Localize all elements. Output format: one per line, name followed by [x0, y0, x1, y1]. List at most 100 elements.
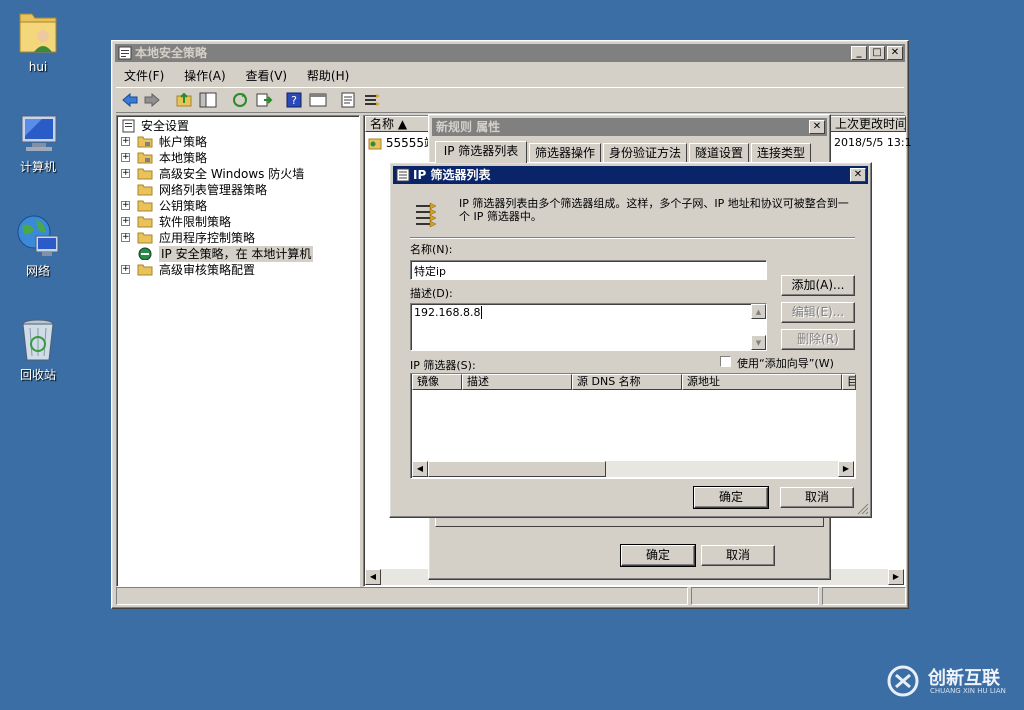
description-label: 描述(D): [410, 287, 453, 300]
expand-toggle[interactable]: + [121, 201, 130, 210]
forward-arrow-icon[interactable] [142, 91, 162, 109]
desktop-icon-label: 回收站 [19, 368, 56, 382]
ip-filters-listview: 镜像 描述 源 DNS 名称 源地址 目 ◀ ▶ [410, 373, 856, 479]
tree-item-label: 高级审核策略配置 [159, 263, 256, 277]
up-folder-icon[interactable] [174, 91, 194, 109]
filter-ok-button[interactable]: 确定 [693, 486, 769, 509]
expand-toggle[interactable]: + [121, 153, 130, 162]
desktop-icon-recycle-bin[interactable]: 回收站 [3, 316, 73, 383]
network-icon [17, 215, 59, 256]
tree-item-label: 应用程序控制策略 [159, 231, 256, 245]
tree-item-app-control[interactable]: + 应用程序控制策略 [121, 230, 351, 246]
filter-arrows-icon [416, 202, 437, 228]
tree-item-public-key[interactable]: + 公钥策略 [121, 198, 351, 214]
desc-scroll-up-icon[interactable]: ▲ [751, 304, 766, 319]
expand-toggle[interactable]: + [121, 137, 130, 146]
rule-ok-button[interactable]: 确定 [620, 544, 696, 567]
tree-item-ip-security[interactable]: IP 安全策略，在 本地计算机 [121, 246, 351, 262]
name-input[interactable]: 特定ip [410, 260, 767, 280]
menu-file[interactable]: 文件(F) [116, 65, 172, 86]
rule-dialog-close-button[interactable]: ✕ [809, 120, 825, 134]
column-header-mirrored[interactable]: 镜像 [412, 374, 462, 390]
status-pane-3 [822, 587, 906, 605]
svg-text:?: ? [291, 94, 297, 107]
main-titlebar[interactable]: 本地安全策略 _ □ ✕ [115, 44, 905, 62]
rule-cancel-button[interactable]: 取消 [701, 545, 775, 566]
column-header-modified[interactable]: 上次更改时间 [830, 116, 906, 132]
ip-policy-icon [368, 138, 382, 149]
policy-list-icon[interactable] [338, 91, 358, 109]
column-header-source-address[interactable]: 源地址 [682, 374, 842, 390]
filter-cancel-button[interactable]: 取消 [780, 487, 854, 508]
menu-action[interactable]: 操作(A) [176, 65, 234, 86]
tab-tunnel-settings[interactable]: 隧道设置 [689, 143, 749, 163]
filters-horizontal-scrollbar[interactable]: ◀ ▶ [412, 461, 854, 477]
separator [410, 237, 855, 239]
expand-toggle[interactable]: + [121, 217, 130, 226]
rule-dialog-titlebar[interactable]: 新规则 属性 ✕ [432, 118, 827, 136]
folder-lock-icon [137, 152, 153, 164]
filters-scroll-left-icon[interactable]: ◀ [412, 461, 428, 477]
tree-item-advanced-audit[interactable]: + 高级审核策略配置 [121, 262, 351, 278]
column-header-name[interactable]: 名称 ▲ [365, 116, 429, 132]
tree-item-network-list[interactable]: 网络列表管理器策略 [121, 182, 351, 198]
tab-filter-action[interactable]: 筛选器操作 [529, 143, 601, 163]
export-list-icon[interactable] [254, 91, 274, 109]
expand-toggle[interactable]: + [121, 233, 130, 242]
desktop-icon-computer[interactable]: 计算机 [3, 112, 73, 175]
tree-item-software-restriction[interactable]: + 软件限制策略 [121, 214, 351, 230]
filter-list-icon [396, 168, 410, 182]
remove-button[interactable]: 删除(R) [781, 329, 855, 350]
name-label: 名称(N): [410, 243, 453, 256]
expand-toggle[interactable]: + [121, 169, 130, 178]
recycle-bin-icon [22, 319, 54, 361]
close-button[interactable]: ✕ [887, 46, 903, 60]
add-button[interactable]: 添加(A)... [781, 275, 855, 296]
tree-item-account-policy[interactable]: + 帐户策略 [121, 134, 351, 150]
help-icon[interactable]: ? [284, 91, 304, 109]
tree-item-local-policy[interactable]: + 本地策略 [121, 150, 351, 166]
back-arrow-icon[interactable] [120, 91, 140, 109]
menu-help[interactable]: 帮助(H) [299, 65, 357, 86]
tree-item-label: 公钥策略 [159, 199, 208, 213]
menu-view[interactable]: 查看(V) [238, 65, 296, 86]
tree-item-firewall[interactable]: + 高级安全 Windows 防火墙 [121, 166, 351, 182]
properties-pane-icon[interactable] [308, 91, 328, 109]
column-header-description[interactable]: 描述 [462, 374, 572, 390]
refresh-icon[interactable] [230, 91, 250, 109]
column-header-destination[interactable]: 目 [842, 374, 856, 390]
column-header-source-dns[interactable]: 源 DNS 名称 [572, 374, 682, 390]
tree-item-label: 安全设置 [141, 119, 190, 133]
manage-filters-icon[interactable] [362, 91, 382, 109]
add-wizard-checkbox[interactable] [720, 356, 731, 367]
filters-scroll-thumb[interactable] [428, 461, 606, 477]
tab-auth-methods[interactable]: 身份验证方法 [603, 143, 687, 163]
folder-icon [137, 216, 153, 228]
ip-security-icon [138, 247, 152, 260]
show-hide-tree-icon[interactable] [198, 91, 218, 109]
description-value: 192.168.8.8 [414, 306, 481, 319]
desktop-icon-user-folder[interactable]: hui [3, 6, 73, 74]
desktop-icon-network[interactable]: 网络 [3, 212, 73, 279]
scroll-right-arrow-icon[interactable]: ▶ [888, 569, 904, 585]
scroll-left-arrow-icon[interactable]: ◀ [365, 569, 381, 585]
minimize-button[interactable]: _ [851, 46, 867, 60]
desc-scroll-down-icon[interactable]: ▼ [751, 335, 766, 350]
tree-item-label: IP 安全策略，在 本地计算机 [159, 246, 314, 262]
maximize-button[interactable]: □ [869, 46, 885, 60]
desktop-icon-label: 网络 [25, 264, 50, 278]
tree-pane: 安全设置 + 帐户策略 + 本地策略 + 高级安全 Windows 防火墙 网络… [116, 115, 360, 587]
tab-ip-filter-list[interactable]: IP 筛选器列表 [435, 141, 527, 163]
menubar: 文件(F) 操作(A) 查看(V) 帮助(H) [116, 65, 357, 85]
main-window-title: 本地安全策略 [135, 46, 208, 60]
edit-button[interactable]: 编辑(E)... [781, 302, 855, 323]
tab-connection-type[interactable]: 连接类型 [751, 143, 811, 163]
filters-scroll-right-icon[interactable]: ▶ [838, 461, 854, 477]
expand-toggle[interactable]: + [121, 265, 130, 274]
filter-dialog-titlebar[interactable]: IP 筛选器列表 ✕ [393, 166, 868, 184]
resize-grip-icon[interactable] [857, 503, 869, 515]
list-row-policy[interactable]: 55555端 [368, 134, 436, 151]
filter-dialog-close-button[interactable]: ✕ [850, 168, 866, 182]
folder-icon [137, 184, 153, 196]
description-textarea[interactable]: 192.168.8.8 ▲ ▼ [410, 303, 767, 351]
